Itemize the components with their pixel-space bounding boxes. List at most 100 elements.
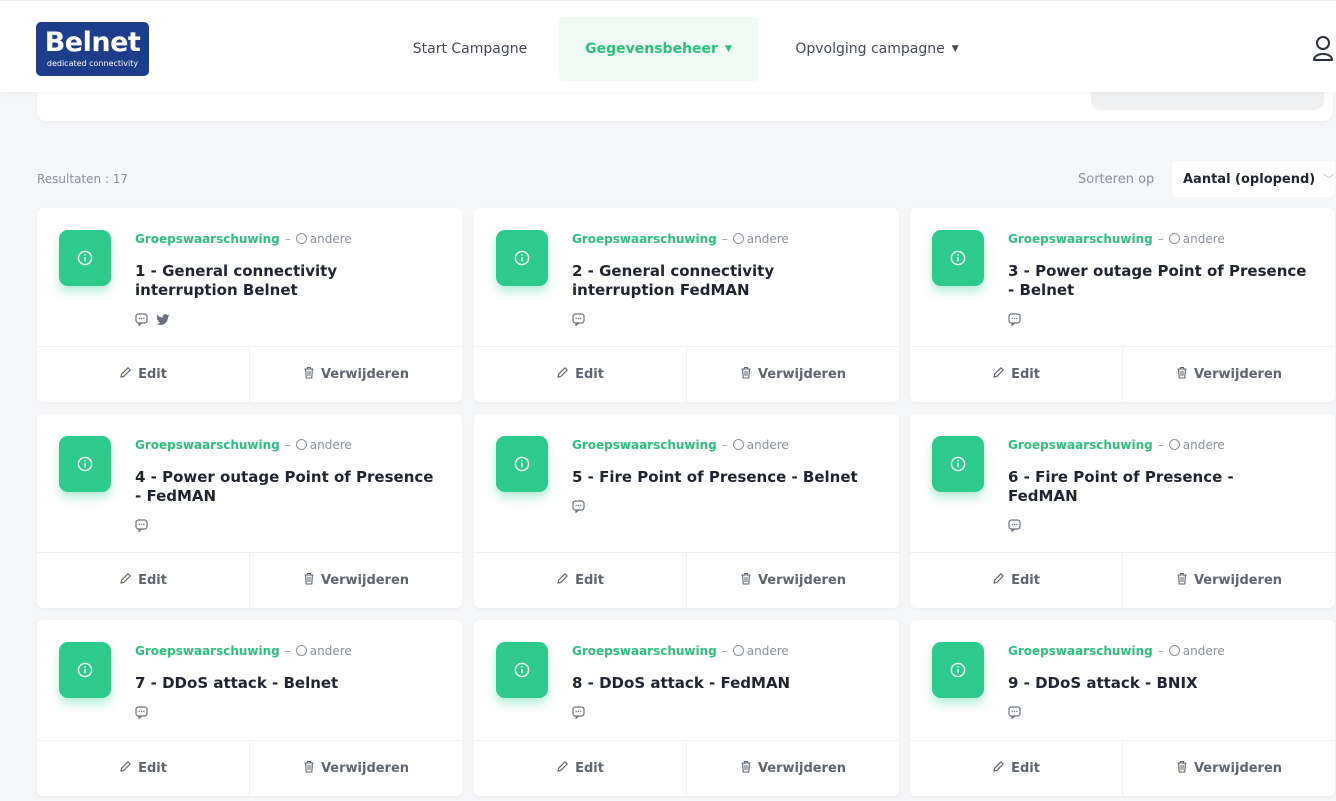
delete-button[interactable]: Verwijderen (1122, 553, 1335, 608)
trash-icon (740, 366, 752, 383)
info-icon (496, 230, 548, 286)
nav-opvolging-campagne[interactable]: Opvolging campagne ▼ (772, 17, 982, 81)
card-title[interactable]: 2 - General connectivity interruption Fe… (572, 262, 872, 300)
card-title[interactable]: 3 - Power outage Point of Presence - Bel… (1008, 262, 1308, 300)
belnet-logo[interactable]: Belnet dedicated connectivity (36, 22, 149, 76)
card-audience: andere (1182, 232, 1225, 246)
channel-icons (135, 311, 170, 330)
alert-card[interactable]: Groepswaarschuwing – andere 7 - DDoS attack… (37, 620, 462, 796)
channel-icons (135, 517, 148, 536)
delete-button[interactable]: Verwijderen (249, 741, 462, 796)
trash-icon (1176, 760, 1188, 777)
edit-label: Edit (575, 761, 604, 776)
info-icon (932, 642, 984, 698)
delete-button[interactable]: Verwijderen (686, 553, 899, 608)
twitter-icon (156, 311, 170, 330)
chat-icon (1008, 311, 1021, 330)
nav-start-label: Start Campagne (412, 41, 528, 57)
chat-icon (135, 704, 148, 723)
chat-icon (1008, 517, 1021, 536)
sort-select[interactable]: Aantal (oplopend) ﹀ (1172, 161, 1335, 197)
card-type: Groepswaarschuwing (1008, 644, 1153, 658)
card-title[interactable]: 1 - General connectivity interruption Be… (135, 262, 435, 300)
channel-icons (572, 704, 585, 723)
trash-icon (303, 760, 315, 777)
card-meta: Groepswaarschuwing – andere (1008, 232, 1225, 246)
channel-icons (135, 704, 148, 723)
card-audience: andere (1182, 438, 1225, 452)
card-actions: Edit Verwijderen (910, 740, 1335, 796)
delete-button[interactable]: Verwijderen (1122, 741, 1335, 796)
card-audience: andere (746, 644, 789, 658)
chat-icon (1008, 704, 1021, 723)
delete-button[interactable]: Verwijderen (686, 741, 899, 796)
edit-button[interactable]: Edit (37, 741, 249, 796)
chat-icon (572, 311, 585, 330)
alert-card[interactable]: Groepswaarschuwing – andere 9 - DDoS attack… (910, 620, 1335, 796)
delete-label: Verwijderen (1193, 367, 1283, 382)
meta-separator: – (284, 438, 291, 452)
alert-card[interactable]: Groepswaarschuwing – andere 3 - Power outag… (910, 208, 1335, 402)
card-title[interactable]: 4 - Power outage Point of Presence - Fed… (135, 468, 435, 506)
card-meta: Groepswaarschuwing – andere (135, 232, 352, 246)
user-icon[interactable] (1312, 35, 1334, 61)
edit-button[interactable]: Edit (910, 347, 1122, 402)
alert-card[interactable]: Groepswaarschuwing – andere 8 - DDoS attack… (474, 620, 899, 796)
channel-icons (1008, 704, 1021, 723)
card-type: Groepswaarschuwing (1008, 232, 1153, 246)
channel-icons (1008, 517, 1021, 536)
alert-card[interactable]: Groepswaarschuwing – andere 5 - Fire Point … (474, 414, 899, 608)
trash-icon (303, 366, 315, 383)
info-icon (496, 436, 548, 492)
nav-gegevensbeheer[interactable]: Gegevensbeheer ▼ (559, 17, 758, 81)
alert-card[interactable]: Groepswaarschuwing – andere 2 - General con… (474, 208, 899, 402)
alert-card[interactable]: Groepswaarschuwing – andere 4 - Power outag… (37, 414, 462, 608)
pencil-icon (556, 366, 569, 383)
meta-separator: – (284, 232, 291, 246)
edit-button[interactable]: Edit (910, 553, 1122, 608)
results-count: Resultaten : 17 (37, 172, 129, 186)
card-meta: Groepswaarschuwing – andere (1008, 644, 1225, 658)
card-meta: Groepswaarschuwing – andere (572, 438, 789, 452)
edit-button[interactable]: Edit (37, 347, 249, 402)
trash-icon (303, 572, 315, 589)
card-actions: Edit Verwijderen (474, 740, 899, 796)
delete-button[interactable]: Verwijderen (249, 553, 462, 608)
filter-field[interactable] (1091, 92, 1324, 110)
card-title[interactable]: 6 - Fire Point of Presence - FedMAN (1008, 468, 1308, 506)
card-audience: andere (1182, 644, 1225, 658)
card-title[interactable]: 8 - DDoS attack - FedMAN (572, 674, 872, 693)
pencil-icon (992, 760, 1005, 777)
delete-label: Verwijderen (1193, 573, 1283, 588)
delete-button[interactable]: Verwijderen (1122, 347, 1335, 402)
circle-icon (295, 439, 307, 450)
edit-label: Edit (1011, 761, 1040, 776)
edit-button[interactable]: Edit (37, 553, 249, 608)
card-audience: andere (309, 438, 352, 452)
edit-label: Edit (138, 367, 167, 382)
card-type: Groepswaarschuwing (135, 644, 280, 658)
edit-button[interactable]: Edit (910, 741, 1122, 796)
logo-word: Belnet (44, 27, 141, 58)
info-icon (59, 642, 111, 698)
delete-label: Verwijderen (1193, 761, 1283, 776)
alert-card[interactable]: Groepswaarschuwing – andere 1 - General con… (37, 208, 462, 402)
edit-label: Edit (138, 761, 167, 776)
channel-icons (1008, 311, 1021, 330)
delete-button[interactable]: Verwijderen (686, 347, 899, 402)
circle-icon (732, 439, 744, 450)
card-title[interactable]: 9 - DDoS attack - BNIX (1008, 674, 1308, 693)
card-audience: andere (309, 644, 352, 658)
delete-button[interactable]: Verwijderen (249, 347, 462, 402)
edit-button[interactable]: Edit (474, 741, 686, 796)
edit-button[interactable]: Edit (474, 347, 686, 402)
meta-separator: – (1157, 232, 1164, 246)
nav-start-campagne[interactable]: Start Campagne (395, 17, 545, 81)
card-title[interactable]: 7 - DDoS attack - Belnet (135, 674, 435, 693)
top-navigation: Belnet dedicated connectivity Start Camp… (0, 0, 1336, 92)
meta-separator: – (1157, 644, 1164, 658)
alert-card[interactable]: Groepswaarschuwing – andere 6 - Fire Point … (910, 414, 1335, 608)
card-title[interactable]: 5 - Fire Point of Presence - Belnet (572, 468, 872, 487)
edit-button[interactable]: Edit (474, 553, 686, 608)
card-type: Groepswaarschuwing (572, 232, 717, 246)
